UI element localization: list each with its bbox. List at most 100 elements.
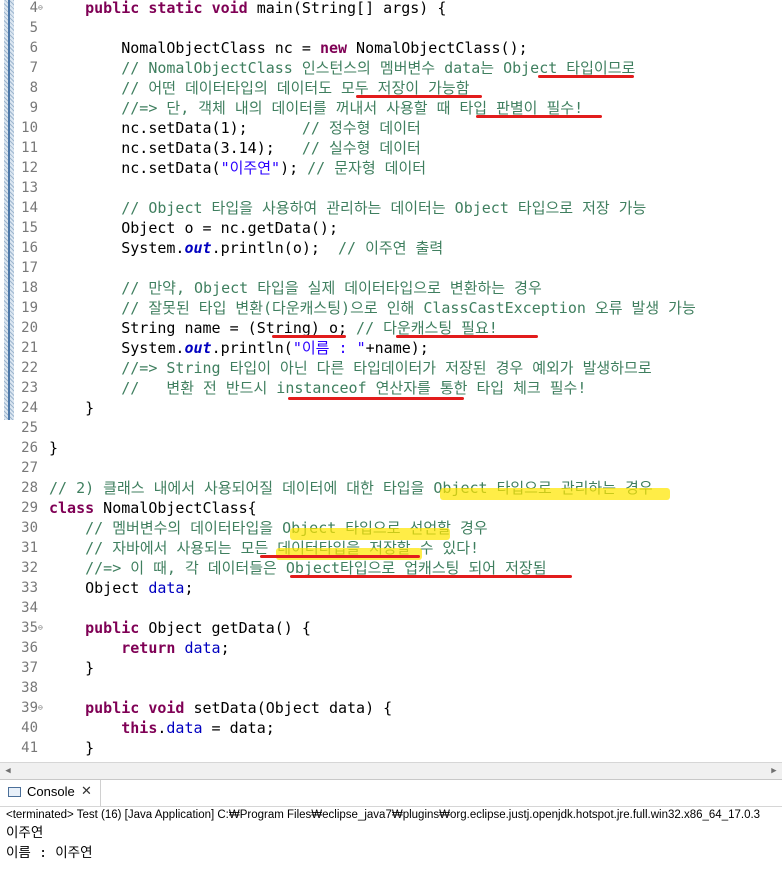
code-line[interactable]: 18 // 만약, Object 타입을 실제 데이터타입으로 변환하는 경우 [0, 278, 782, 298]
code-token: Object getData() { [139, 619, 311, 637]
line-number: 18 [21, 280, 38, 296]
code-keyword: static [148, 0, 203, 17]
code-keyword: new [319, 39, 348, 57]
code-line[interactable]: 25 [0, 418, 782, 438]
code-line[interactable]: 35 ⊖ public Object getData() { [0, 618, 782, 638]
code-keyword: void [211, 0, 248, 17]
line-number: 17 [21, 260, 38, 276]
code-line[interactable]: 6 NomalObjectClass nc = new NomalObjectC… [0, 38, 782, 58]
code-line[interactable]: 37 } [0, 658, 782, 678]
horizontal-scrollbar[interactable]: ◀ ▶ [0, 762, 782, 779]
code-comment: // 문자형 데이터 [307, 159, 427, 177]
close-icon[interactable]: ✕ [81, 783, 92, 799]
code-line[interactable]: 22 //=> String 타입이 아닌 다른 타입데이터가 저장된 경우 예… [0, 358, 782, 378]
line-number: 7 [29, 60, 38, 76]
scroll-left-icon[interactable]: ◀ [0, 763, 16, 779]
code-line[interactable]: 10 nc.setData(1); // 정수형 데이터 [0, 118, 782, 138]
code-text: nc.setData("이주연"); // 문자형 데이터 [49, 158, 426, 178]
code-text: System.out.println("이름 : "+name); [49, 338, 429, 358]
code-line[interactable]: 20 String name = (String) o; // 다운캐스팅 필요… [0, 318, 782, 338]
highlight-object-declare [290, 528, 450, 540]
code-text: nc.setData(1); // 정수형 데이터 [49, 118, 421, 138]
code-line[interactable]: 29 class NomalObjectClass{ [0, 498, 782, 518]
code-line[interactable]: 41 } [0, 738, 782, 758]
code-keyword: public [85, 619, 140, 637]
line-number: 28 [21, 480, 38, 496]
code-string: "이주연" [220, 159, 281, 177]
tab-console[interactable]: Console ✕ [0, 780, 101, 806]
code-token: Object o = nc.getData(); [49, 219, 338, 237]
code-line[interactable]: 24 } [0, 398, 782, 418]
code-line[interactable]: 40 this.data = data; [0, 718, 782, 738]
highlight-object-manage [440, 488, 670, 500]
code-text: return data; [49, 638, 230, 658]
underline-type-check [476, 115, 602, 118]
code-line[interactable]: 23 // 변환 전 반드시 instanceof 연산자를 통한 타입 체크 … [0, 378, 782, 398]
code-token: System. [49, 239, 185, 257]
code-line[interactable]: 39 ⊖ public void setData(Object data) { [0, 698, 782, 718]
code-token: NomalObjectClass{ [94, 499, 257, 517]
code-line[interactable]: 38 [0, 678, 782, 698]
code-line[interactable]: 26} [0, 438, 782, 458]
code-keyword: class [49, 499, 95, 517]
code-token: NomalObjectClass(); [347, 39, 528, 57]
underline-instanceof [288, 397, 464, 400]
code-line[interactable]: 14 // Object 타입을 사용하여 관리하는 데이터는 Object 타… [0, 198, 782, 218]
code-text: // 변환 전 반드시 instanceof 연산자를 통한 타입 체크 필수! [49, 378, 586, 398]
code-line[interactable]: 15 Object o = nc.getData(); [0, 218, 782, 238]
code-comment: // Object 타입을 사용하여 관리하는 데이터는 Object 타입으로… [49, 199, 647, 217]
code-comment: // 정수형 데이터 [301, 119, 421, 137]
code-line[interactable]: 21 System.out.println("이름 : "+name); [0, 338, 782, 358]
underline-downcast [396, 335, 538, 338]
line-number: 29 [21, 500, 38, 516]
line-number: 15 [21, 220, 38, 236]
code-token: ; [220, 639, 230, 657]
code-line[interactable]: 12 nc.setData("이주연"); // 문자형 데이터 [0, 158, 782, 178]
line-number: 11 [21, 140, 38, 156]
code-comment: // 만약, Object 타입을 실제 데이터타입으로 변환하는 경우 [49, 279, 542, 297]
code-line[interactable]: 9 //=> 단, 객체 내의 데이터를 꺼내서 사용할 때 타입 판별이 필수… [0, 98, 782, 118]
code-token: data [166, 719, 203, 737]
code-text: this.data = data; [49, 718, 275, 738]
code-line[interactable]: 34 [0, 598, 782, 618]
underline-all-types [260, 555, 420, 558]
code-token: .println(o); [211, 239, 338, 257]
code-text: Object data; [49, 578, 194, 598]
code-token: } [49, 439, 59, 457]
code-text: public static void main(String[] args) { [49, 0, 446, 18]
code-line[interactable]: 5 [0, 18, 782, 38]
code-text: } [49, 438, 58, 458]
line-number: 8 [29, 80, 38, 96]
code-keyword: public [85, 699, 140, 717]
code-comment: // 변환 전 반드시 instanceof 연산자를 통한 타입 체크 필수! [49, 379, 587, 397]
code-line[interactable]: 16 System.out.println(o); // 이주연 출력 [0, 238, 782, 258]
code-token: ); [280, 159, 308, 177]
code-text: System.out.println(o); // 이주연 출력 [49, 238, 443, 258]
fold-toggle-icon[interactable]: ⊖ [38, 618, 43, 638]
code-line[interactable]: 11 nc.setData(3.14); // 실수형 데이터 [0, 138, 782, 158]
divider [0, 806, 782, 807]
code-token: = data; [202, 719, 275, 737]
code-line[interactable]: 17 [0, 258, 782, 278]
fold-toggle-icon[interactable]: ⊖ [38, 698, 43, 718]
code-line[interactable]: 4 ⊖ public static void main(String[] args… [0, 0, 782, 18]
underline-save-all [356, 95, 482, 98]
code-keyword: this [121, 719, 158, 737]
code-line[interactable]: 36 return data; [0, 638, 782, 658]
code-line[interactable]: 27 [0, 458, 782, 478]
code-line[interactable]: 33 Object data; [0, 578, 782, 598]
scroll-right-icon[interactable]: ▶ [766, 763, 782, 779]
code-line[interactable]: 13 [0, 178, 782, 198]
code-line[interactable]: 7 // NomalObjectClass 인스턴스의 멤버변수 data는 O… [0, 58, 782, 78]
fold-toggle-icon[interactable]: ⊖ [38, 0, 43, 18]
code-comment: // 잘못된 타입 변환(다운캐스팅)으로 인해 ClassCastExcept… [49, 299, 696, 317]
code-editor[interactable]: 4 ⊖ public static void main(String[] args… [0, 0, 782, 762]
code-text: public Object getData() { [49, 618, 311, 638]
code-token: ; [184, 579, 194, 597]
line-number: 37 [21, 660, 38, 676]
code-line[interactable]: 19 // 잘못된 타입 변환(다운캐스팅)으로 인해 ClassCastExc… [0, 298, 782, 318]
code-keyword: return [121, 639, 176, 657]
